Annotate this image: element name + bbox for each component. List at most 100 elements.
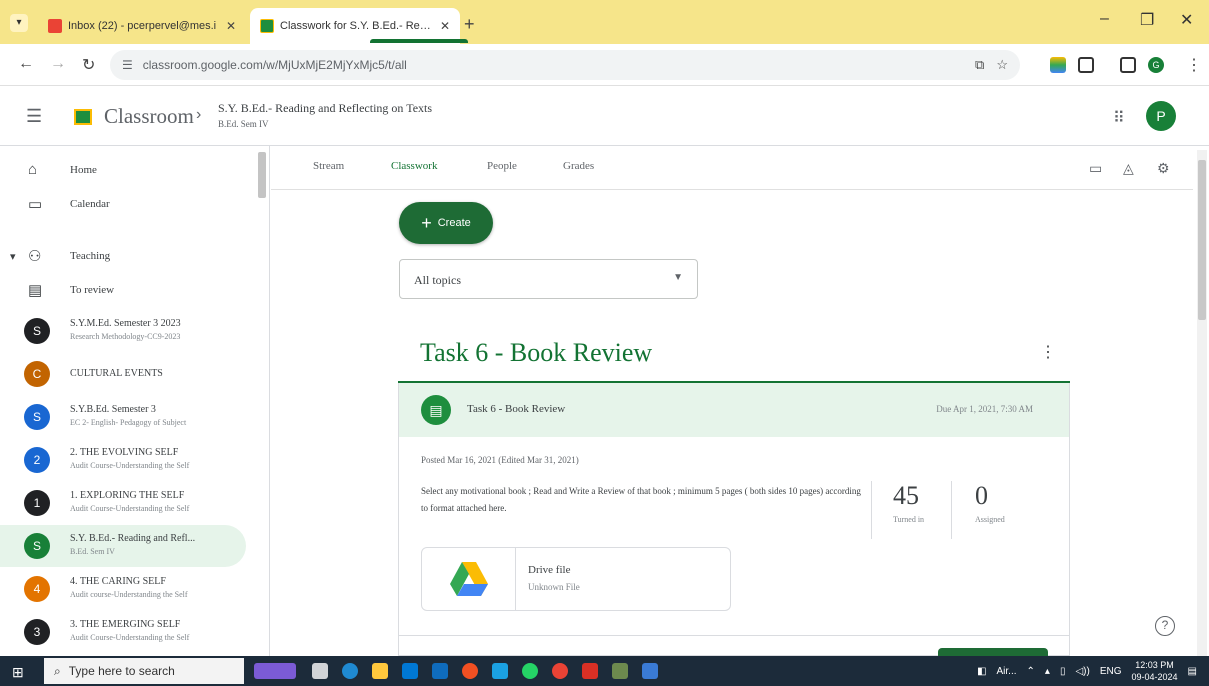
extensions-puzzle-icon[interactable] [1078,57,1094,73]
tab-stream[interactable]: Stream [313,160,344,172]
extension-icon[interactable] [1050,57,1066,73]
reload-icon[interactable]: ↻ [82,55,95,75]
sidebar-class-item[interactable]: 2 2. THE EVOLVING SELF Audit Course-Unde… [0,439,246,481]
app-icon[interactable] [642,663,658,679]
topic-more-options-icon[interactable]: ⋮ [1040,342,1056,362]
close-icon[interactable]: ✕ [226,19,236,33]
class-subtitle: Research Methodology-CC9-2023 [70,332,181,341]
topic-filter-value: All topics [414,273,461,287]
apps-grid-icon[interactable]: ⠿ [1113,108,1125,128]
calendar-icon[interactable]: ▭ [1089,160,1102,177]
side-panel-icon[interactable] [1120,57,1136,73]
sidebar-item-to-review[interactable]: ▤ To review [0,268,262,312]
url-text: classroom.google.com/w/MjUxMjE2MjYxMjc5/… [142,58,407,72]
sidebar-class-item[interactable]: 4 4. THE CARING SELF Audit course-Unders… [0,568,246,610]
minimize-icon[interactable]: – [1100,10,1109,28]
chevron-down-icon[interactable]: ▾ [10,250,16,263]
tray-label[interactable]: Air... [997,666,1017,677]
main-menu-icon[interactable]: ☰ [26,106,42,127]
tab-grades[interactable]: Grades [563,160,594,172]
help-icon[interactable]: ? [1155,616,1175,636]
class-subtitle: Audit Course-Understanding the Self [70,633,190,642]
url-field[interactable]: ☰ classroom.google.com/w/MjUxMjE2MjYxMjc… [110,50,1020,80]
network-icon[interactable]: ▴ [1045,666,1050,677]
battery-icon[interactable]: ▯ [1060,666,1066,677]
brand-name[interactable]: Classroom [104,104,194,129]
internet-explorer-icon[interactable] [492,663,508,679]
course-tabs: Stream Classwork People Grades ▭ ◬ ⚙ [271,146,1193,190]
bookmark-star-icon[interactable]: ☆ [996,57,1008,73]
classroom-logo[interactable] [74,109,92,125]
drive-file-attachment[interactable]: Drive file Unknown File [421,547,731,611]
sidebar-class-item-active[interactable]: S S.Y. B.Ed.- Reading and Refl... B.Ed. … [0,525,246,567]
sidebar: ⌂ Home ▭ Calendar ▾ ⚇ Teaching ▤ To revi… [0,146,270,656]
close-icon[interactable]: ✕ [440,19,450,33]
task-view-icon[interactable] [312,663,328,679]
settings-gear-icon[interactable]: ⚙ [1157,160,1170,177]
dropdown-arrow-icon: ▼ [673,272,683,283]
chevron-up-icon[interactable]: ⌃ [1027,666,1035,677]
maximize-icon[interactable]: ❐ [1140,10,1154,30]
site-info-icon[interactable]: ☰ [122,58,133,72]
edge-icon[interactable] [342,663,358,679]
weather-icon[interactable]: ◧ [977,666,986,677]
classroom-header: ☰ Classroom › S.Y. B.Ed.- Reading and Re… [0,86,1209,146]
gmail-icon [48,19,62,33]
tab-title: Inbox (22) - pcerpervel@mes.i [68,20,217,32]
sidebar-item-label: Calendar [70,198,110,210]
class-name: 3. THE EMERGING SELF [70,619,181,630]
sidebar-class-item[interactable]: 1 1. EXPLORING THE SELF Audit Course-Und… [0,482,246,524]
sidebar-class-item[interactable]: C CULTURAL EVENTS [0,353,246,395]
widget-icon[interactable] [254,663,296,679]
app-icon[interactable] [462,663,478,679]
class-avatar: C [24,361,50,387]
profile-avatar[interactable]: G [1148,57,1164,73]
scrollbar-thumb[interactable] [1198,160,1206,320]
file-explorer-icon[interactable] [372,663,388,679]
taskbar-search[interactable]: ⌕ Type here to search [44,658,244,684]
class-avatar: 4 [24,576,50,602]
clock-date: 09-04-2024 [1131,672,1178,682]
translate-icon[interactable]: ⧉ [975,57,984,73]
new-tab-icon[interactable]: + [464,14,475,35]
sidebar-class-item[interactable]: S S.Y.M.Ed. Semester 3 2023 Research Met… [0,310,246,352]
class-name: 2. THE EVOLVING SELF [70,447,179,458]
language-indicator[interactable]: ENG [1100,666,1122,677]
sidebar-class-item[interactable]: S S.Y.B.Ed. Semester 3 EC 2- English- Pe… [0,396,246,438]
windows-start-icon[interactable]: ⊞ [12,664,24,681]
assignment-header[interactable]: ▤ Task 6 - Book Review Due Apr 1, 2021, … [399,383,1069,437]
whatsapp-icon[interactable] [522,663,538,679]
close-window-icon[interactable]: ✕ [1180,10,1193,30]
tab-search-icon[interactable]: ▾ [10,14,28,32]
mail-icon[interactable] [432,663,448,679]
main-scrollbar[interactable] [1197,150,1207,656]
active-tab-indicator [370,39,468,43]
course-title[interactable]: S.Y. B.Ed.- Reading and Reflecting on Te… [218,101,432,116]
sidebar-item-label: Home [70,164,97,176]
sidebar-scrollbar[interactable] [258,152,266,198]
sidebar-class-item[interactable]: 3 3. THE EMERGING SELF Audit Course-Unde… [0,611,246,653]
acrobat-icon[interactable] [582,663,598,679]
topic-filter-select[interactable]: All topics ▼ [399,259,698,299]
drive-folder-icon[interactable]: ◬ [1123,160,1134,177]
volume-icon[interactable]: ◁)) [1075,666,1089,677]
browser-tab-inbox[interactable]: Inbox (22) - pcerpervel@mes.i ✕ [38,8,246,44]
browser-menu-icon[interactable]: ⋮ [1186,55,1202,75]
assigned-stat[interactable]: 0 Assigned [975,481,1045,524]
app-icon[interactable] [612,663,628,679]
chrome-icon[interactable] [552,663,568,679]
turned-in-stat[interactable]: 45 Turned in [893,481,963,524]
tab-classwork[interactable]: Classwork [391,160,437,172]
create-button[interactable]: + Create [399,202,493,244]
class-name: 4. THE CARING SELF [70,576,166,587]
forward-icon[interactable]: → [50,55,66,73]
back-icon[interactable]: ← [18,55,34,73]
store-icon[interactable] [402,663,418,679]
notification-icon[interactable]: ▤ [1188,666,1197,677]
clock[interactable]: 12:03 PM 09-04-2024 [1132,659,1178,683]
topic-title: Task 6 - Book Review [420,338,653,367]
stats-divider [871,481,872,539]
sidebar-item-calendar[interactable]: ▭ Calendar [0,182,262,226]
tab-people[interactable]: People [487,160,517,172]
account-avatar[interactable]: P [1146,101,1176,131]
